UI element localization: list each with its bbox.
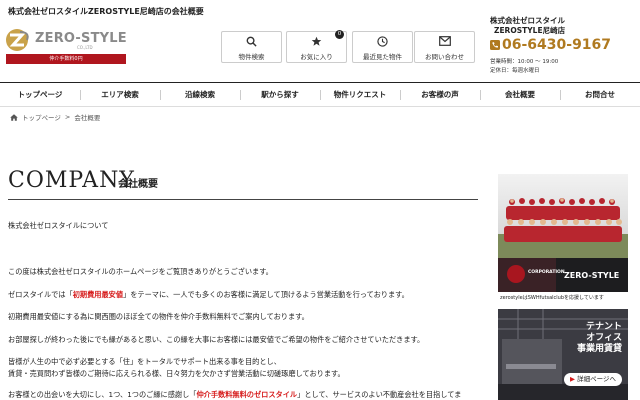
star-icon xyxy=(311,36,322,46)
closed-days: 定休日：毎週水曜日 xyxy=(490,68,540,74)
breadcrumb-current: 会社概要 xyxy=(74,114,101,122)
favorites-label: お気に入り xyxy=(300,53,333,61)
nav-inquiry[interactable]: お問合せ xyxy=(560,83,640,106)
office-line-1: テナント xyxy=(585,322,622,332)
nav-customer-voice[interactable]: お客様の声 xyxy=(400,83,480,106)
paragraph-closing: お客様との出会いを大切にし、1つ、1つのご縁に感謝し「仲介手数料無料のゼロスタイ… xyxy=(8,390,461,400)
office-detail-label: 詳細ページへ xyxy=(577,375,616,383)
theme-highlight: 初期費用最安値 xyxy=(72,290,124,299)
breadcrumb-separator-icon: > xyxy=(64,113,71,121)
paragraph-relationship: お部屋探しが終わった後にでも縁があると思い、この縁を大事にお客様には最安値でご希… xyxy=(8,335,425,344)
theme-text-a: ゼロスタイルでは「 xyxy=(8,290,73,299)
nav-line-search[interactable]: 沿線検索 xyxy=(160,83,240,106)
office-line-3: 事業用賃貸 xyxy=(576,344,622,354)
nav-top[interactable]: トップページ xyxy=(0,83,80,106)
phone-icon xyxy=(490,40,500,50)
paragraph-no-fee: 初期費用最安値にする為に関西圏のほぼ全ての物件を仲介手数料無料でご案内しておりま… xyxy=(8,312,309,321)
nav-station-search[interactable]: 駅から探す xyxy=(240,83,320,106)
office-line-2: オフィス xyxy=(586,333,622,343)
contact-button[interactable]: お問い合わせ xyxy=(414,31,475,63)
page-heading: COMPANY 会社概要 xyxy=(8,168,478,200)
about-heading: 株式会社ゼロスタイルについて xyxy=(8,221,109,230)
theme-text-b: 」をテーマに、一人でも多くのお客様に満足して頂けるよう営業活動を行っております。 xyxy=(123,290,409,299)
favorites-button[interactable]: 0 お気に入り xyxy=(286,30,347,63)
office-rental-banner[interactable]: テナント オフィス 事業用賃貸 ▶ 詳細ページへ xyxy=(498,309,628,400)
page-heading-jp: 会社概要 xyxy=(118,179,158,190)
logo-sub: CO.,LTD xyxy=(77,45,93,50)
closing-text-b: 」として、サービスのよい不動産会社を目指してま xyxy=(297,390,462,399)
search-icon xyxy=(246,36,257,47)
paragraph-support-2: 賃貸・売買問わず皆様のご期待に応えられる様、日々努力を欠かさず営業活動に切磋琢磨… xyxy=(8,369,345,378)
futsal-sponsor-banner[interactable]: CORPORATION ZERO-STYLE zerostyleはSWHfuts… xyxy=(498,174,628,304)
closing-text-a: お客様との出会いを大切にし、1つ、1つのご縁に感謝し「 xyxy=(8,390,197,399)
contact-label: お問い合わせ xyxy=(425,53,464,61)
office-detail-button[interactable]: ▶ 詳細ページへ xyxy=(564,373,622,386)
logo-tagline: 仲介手数料0円 xyxy=(6,54,126,64)
sponsor-caption: zerostyleはSWHfutsalclubを応援しています xyxy=(500,295,604,301)
closing-highlight: 仲介手数料無料のゼロスタイル xyxy=(196,390,298,399)
clock-icon xyxy=(377,36,388,47)
recently-viewed-button[interactable]: 最近見た物件 xyxy=(352,31,413,63)
chevron-right-icon: ▶ xyxy=(570,375,576,383)
logo-mark-icon xyxy=(6,29,29,51)
property-search-button[interactable]: 物件検索 xyxy=(221,31,282,63)
breadcrumb-home[interactable]: トップページ xyxy=(22,112,61,122)
store-contact: 株式会社ゼロスタイル ZEROSTYLE尼崎店 06-6430-9167 営業時… xyxy=(490,16,635,74)
paragraph-theme: ゼロスタイルでは「初期費用最安値」をテーマに、一人でも多くのお客様に満足して頂け… xyxy=(8,290,409,300)
logo-text: ZERO-STYLE xyxy=(35,31,127,46)
paragraph-support-1: 皆様が人生の中で必ず必要とする「住」をトータルでサポート出来る事を目的とし、 xyxy=(8,357,281,366)
partner-name: CORPORATION xyxy=(528,270,565,275)
mail-icon xyxy=(438,36,451,46)
team-photo-image xyxy=(498,174,628,304)
office-banner-text: テナント オフィス 事業用賃貸 xyxy=(577,322,622,355)
property-search-label: 物件検索 xyxy=(238,53,265,61)
company-name: 株式会社ゼロスタイル xyxy=(490,16,565,25)
global-nav: トップページ エリア検索 沿線検索 駅から探す 物件リクエスト お客様の声 会社… xyxy=(0,82,640,107)
banner-logo-text: ZERO-STYLE xyxy=(564,271,620,280)
nav-property-request[interactable]: 物件リクエスト xyxy=(320,83,400,106)
business-hours: 営業時間：10:00 ～ 19:00 xyxy=(490,59,559,65)
nav-company[interactable]: 会社概要 xyxy=(480,83,560,106)
nav-area-search[interactable]: エリア検索 xyxy=(80,83,160,106)
site-title: 株式会社ゼロスタイルZEROSTYLE尼崎店の会社概要 xyxy=(8,7,204,16)
home-icon xyxy=(10,113,18,121)
phone-link[interactable]: 06-6430-9167 xyxy=(490,37,611,53)
store-name: ZEROSTYLE尼崎店 xyxy=(494,25,566,35)
favorites-count-badge: 0 xyxy=(335,30,344,39)
paragraph-greeting: この度は株式会社ゼロスタイルのホームページをご覧頂きありがとうございます。 xyxy=(8,267,273,276)
breadcrumb: トップページ > 会社概要 xyxy=(10,112,100,122)
phone-number: 06-6430-9167 xyxy=(502,37,612,53)
page-heading-en: COMPANY xyxy=(8,168,135,193)
recently-viewed-label: 最近見た物件 xyxy=(363,53,402,61)
company-logo[interactable]: ZERO-STYLE CO.,LTD 仲介手数料0円 xyxy=(5,28,127,64)
